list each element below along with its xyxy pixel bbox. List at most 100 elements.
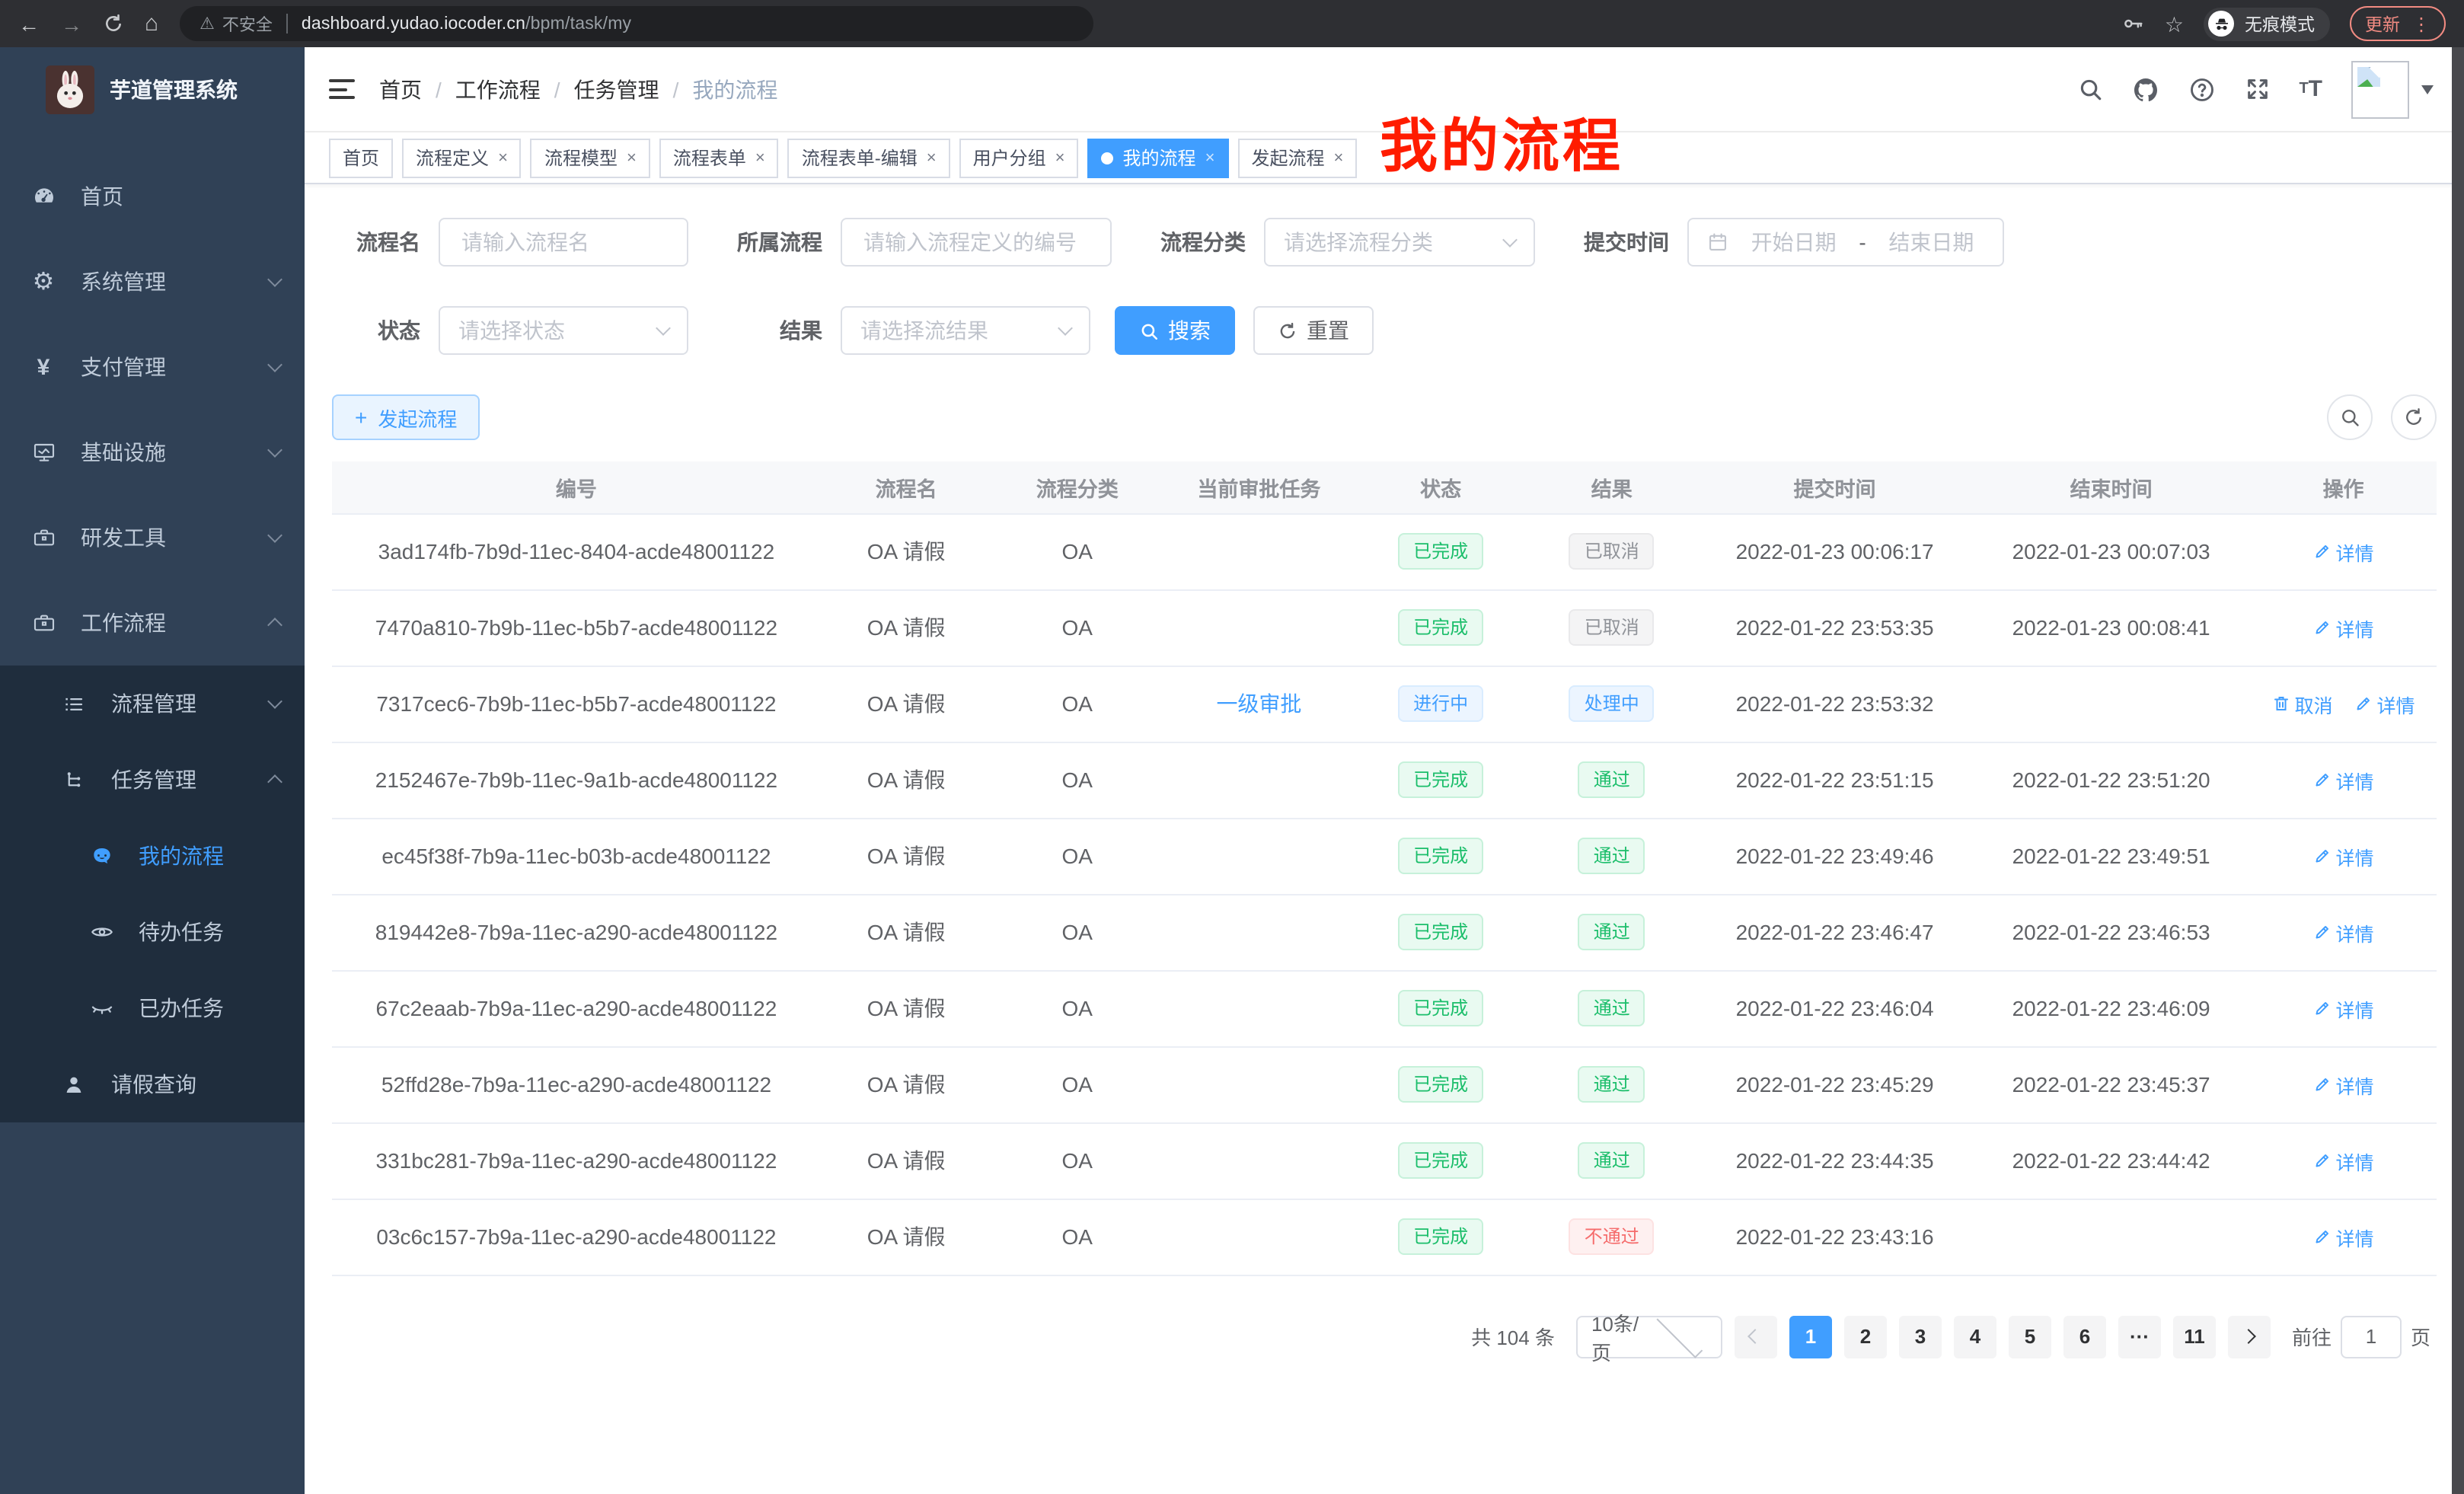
user-avatar-menu[interactable] <box>2351 60 2434 118</box>
page-button[interactable]: 5 <box>2009 1315 2051 1358</box>
update-label: 更新 <box>2365 11 2400 36</box>
app-logo[interactable]: 芋道管理系统 <box>0 47 305 132</box>
chrome-menu-icon[interactable] <box>2412 13 2430 34</box>
refresh-button[interactable] <box>2391 394 2437 440</box>
status-select[interactable]: 请选择状态 <box>439 306 688 355</box>
tab[interactable]: 流程表单-编辑 <box>788 138 950 177</box>
bookmark-star-icon[interactable] <box>2165 13 2184 34</box>
page-button[interactable]: 6 <box>2063 1315 2106 1358</box>
browser-back-icon[interactable] <box>18 13 40 34</box>
detail-link[interactable]: 详情 <box>2313 994 2374 1023</box>
task-link[interactable]: 一级审批 <box>1216 691 1301 716</box>
breadcrumb-item[interactable]: 工作流程 <box>455 74 541 104</box>
search-button[interactable]: 搜索 <box>1115 306 1235 355</box>
close-icon[interactable] <box>927 148 937 167</box>
close-icon[interactable] <box>1333 148 1343 167</box>
page-size-select[interactable]: 10条/页 <box>1576 1315 1722 1358</box>
page-button[interactable]: ··· <box>2118 1315 2161 1358</box>
not-secure-warning-icon[interactable]: 不安全 <box>199 11 273 36</box>
category-select[interactable]: 请选择流程分类 <box>1264 218 1535 267</box>
sidebar-item-infra[interactable]: 基础设施 <box>0 410 305 495</box>
sidebar-item-process-mgmt[interactable]: 流程管理 <box>0 666 305 742</box>
cell-category: OA <box>991 818 1163 894</box>
prev-page-button[interactable] <box>1735 1315 1777 1358</box>
detail-link[interactable]: 详情 <box>2313 1222 2374 1251</box>
breadcrumb-separator: / <box>673 77 679 101</box>
breadcrumb-item[interactable]: 任务管理 <box>574 74 659 104</box>
table-row: 52ffd28e-7b9a-11ec-a290-acde48001122 OA … <box>332 1046 2437 1122</box>
detail-link[interactable]: 详情 <box>2313 1070 2374 1099</box>
cell-actions: 详情 <box>2250 589 2437 666</box>
create-process-button[interactable]: 发起流程 <box>332 394 480 440</box>
sidebar-item-leave-query[interactable]: 请假查询 <box>0 1046 305 1122</box>
reset-button[interactable]: 重置 <box>1253 306 1374 355</box>
tab[interactable]: 首页 <box>329 138 393 177</box>
list-icon <box>61 692 87 715</box>
sidebar-item-home[interactable]: 首页 <box>0 154 305 239</box>
process-key-input[interactable] <box>841 218 1112 267</box>
goto-page-input[interactable] <box>2341 1315 2402 1358</box>
page-button[interactable]: 3 <box>1899 1315 1942 1358</box>
cell-current-task <box>1163 589 1355 666</box>
close-icon[interactable] <box>755 148 765 167</box>
cell-actions: 详情 <box>2250 742 2437 818</box>
detail-link[interactable]: 详情 <box>2313 1146 2374 1175</box>
close-icon[interactable] <box>498 148 508 167</box>
result-badge: 通过 <box>1578 1066 1645 1103</box>
process-name-input[interactable] <box>439 218 688 267</box>
tab[interactable]: 流程定义 <box>402 138 522 177</box>
sidebar-item-done-tasks[interactable]: 已办任务 <box>0 970 305 1046</box>
sidebar-item-devtools[interactable]: 研发工具 <box>0 495 305 580</box>
breadcrumb-separator: / <box>436 77 442 101</box>
github-icon[interactable] <box>2131 75 2159 103</box>
tab[interactable]: 用户分组 <box>959 138 1079 177</box>
chrome-update-button[interactable]: 更新 <box>2350 6 2446 41</box>
close-icon[interactable] <box>627 148 637 167</box>
page-button[interactable]: 11 <box>2173 1315 2216 1358</box>
tab[interactable]: 流程模型 <box>531 138 650 177</box>
sidebar-item-system[interactable]: 系统管理 <box>0 239 305 324</box>
detail-link[interactable]: 详情 <box>2313 918 2374 947</box>
detail-link[interactable]: 详情 <box>2354 689 2415 718</box>
detail-link[interactable]: 详情 <box>2313 613 2374 642</box>
submit-time-range-picker[interactable]: 开始日期 - 结束日期 <box>1687 218 2004 267</box>
detail-link[interactable]: 详情 <box>2313 765 2374 794</box>
detail-link[interactable]: 详情 <box>2313 841 2374 870</box>
tab[interactable]: 发起流程 <box>1237 138 1357 177</box>
sidebar-item-todo-tasks[interactable]: 待办任务 <box>0 894 305 970</box>
close-icon[interactable] <box>1205 148 1215 167</box>
page-buttons: 123456 ··· 11 <box>1789 1315 2216 1358</box>
tab[interactable]: 流程表单 <box>659 138 779 177</box>
browser-reload-icon[interactable] <box>104 14 123 34</box>
tab[interactable]: 我的流程 <box>1088 138 1229 177</box>
page-button[interactable]: 1 <box>1789 1315 1832 1358</box>
show-search-toggle-button[interactable] <box>2327 394 2373 440</box>
sidebar-item-label: 待办任务 <box>139 917 280 947</box>
avatar[interactable] <box>2351 60 2409 118</box>
result-select[interactable]: 请选择流结果 <box>841 306 1090 355</box>
font-size-icon[interactable]: TT <box>2299 76 2322 102</box>
page-button[interactable]: 2 <box>1844 1315 1887 1358</box>
help-question-icon[interactable] <box>2188 75 2215 103</box>
page-button[interactable]: 4 <box>1954 1315 1996 1358</box>
close-icon[interactable] <box>1055 148 1065 167</box>
sidebar-collapse-icon[interactable] <box>329 79 355 99</box>
browser-forward-icon[interactable] <box>61 13 82 34</box>
sidebar-item-payment[interactable]: 支付管理 <box>0 324 305 410</box>
url-text[interactable]: dashboard.yudao.iocoder.cn/bpm/task/my <box>302 14 631 33</box>
next-page-button[interactable] <box>2228 1315 2271 1358</box>
col-header: 操作 <box>2250 461 2437 513</box>
sidebar-item-task-mgmt[interactable]: 任务管理 <box>0 742 305 818</box>
password-key-icon[interactable] <box>2122 12 2145 35</box>
search-icon[interactable] <box>2076 76 2102 102</box>
cancel-link[interactable]: 取消 <box>2272 689 2333 718</box>
sidebar-item-my-process[interactable]: 我的流程 <box>0 818 305 894</box>
fullscreen-icon[interactable] <box>2244 76 2270 102</box>
page-scrollbar[interactable] <box>2452 47 2464 1494</box>
browser-home-icon[interactable] <box>145 12 158 35</box>
breadcrumb-item[interactable]: 首页 <box>379 74 422 104</box>
incognito-badge: 无痕模式 <box>2204 7 2330 40</box>
address-bar[interactable]: 不安全 dashboard.yudao.iocoder.cn/bpm/task/… <box>180 6 1093 41</box>
detail-link[interactable]: 详情 <box>2313 537 2374 566</box>
sidebar-item-workflow[interactable]: 工作流程 <box>0 580 305 666</box>
